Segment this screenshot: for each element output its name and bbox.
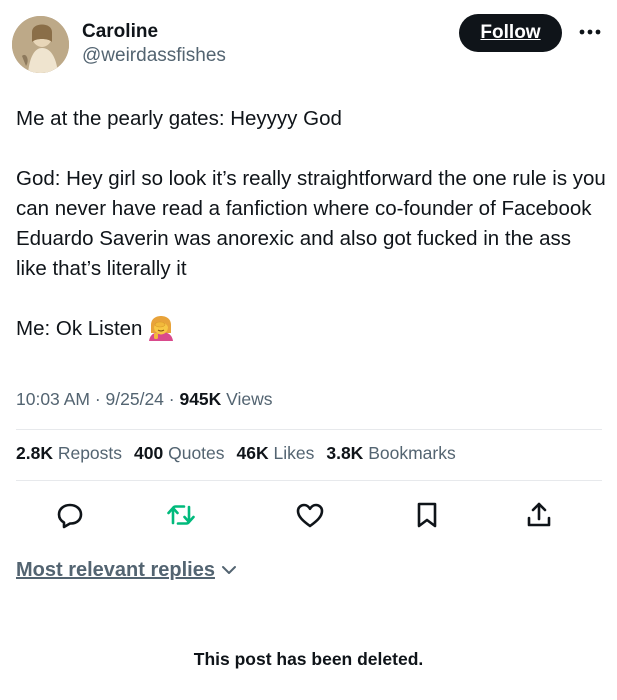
bookmarks-count: 3.8K xyxy=(326,443,364,463)
likes-label: Likes xyxy=(268,443,315,463)
action-bar xyxy=(0,498,617,532)
share-icon xyxy=(527,502,551,527)
replies-sort-dropdown[interactable]: Most relevant replies xyxy=(16,557,237,583)
views-count: 945K xyxy=(179,389,222,409)
follow-button[interactable]: Follow xyxy=(459,14,562,52)
more-dots-icon xyxy=(579,29,601,35)
more-options-button[interactable] xyxy=(576,22,604,42)
reply-button[interactable] xyxy=(53,498,87,532)
deleted-notice: This post has been deleted. xyxy=(193,649,424,669)
chevron-down-icon xyxy=(221,564,237,576)
meta-separator: · xyxy=(163,389,180,409)
bookmarks-label: Bookmarks xyxy=(363,443,456,463)
like-icon xyxy=(296,503,324,528)
bookmark-button[interactable] xyxy=(410,498,444,532)
tweet-time[interactable]: 10:03 AM xyxy=(16,389,90,409)
divider xyxy=(16,480,602,481)
user-info[interactable]: Caroline @weirdassfishes xyxy=(82,20,226,68)
views-label: Views xyxy=(221,389,273,409)
quotes-label: Quotes xyxy=(163,443,225,463)
likes-count: 46K xyxy=(236,443,269,463)
like-button[interactable] xyxy=(293,498,327,532)
quotes-count: 400 xyxy=(134,443,164,463)
reposts-stat[interactable]: 2.8K Reposts xyxy=(16,443,122,463)
tweet-meta: 10:03 AM · 9/25/24 · 945K Views xyxy=(16,387,273,411)
avatar-portrait-icon xyxy=(12,16,69,73)
facepalm-emoji-icon xyxy=(148,315,174,350)
tweet-header: Caroline @weirdassfishes Follow xyxy=(12,14,608,74)
tweet-paragraph-text: Me: Ok Listen xyxy=(16,317,143,340)
bookmarks-stat[interactable]: 3.8K Bookmarks xyxy=(326,443,455,463)
reposts-count: 2.8K xyxy=(16,443,53,463)
share-button[interactable] xyxy=(522,498,556,532)
reposts-label: Reposts xyxy=(52,443,123,463)
quotes-stat[interactable]: 400 Quotes xyxy=(134,443,225,463)
engagement-stats: 2.8K Reposts 400 Quotes 46K Likes 3.8K Book… xyxy=(16,441,468,465)
tweet-paragraph-last: Me: Ok Listen xyxy=(16,314,606,350)
tweet-text: Me at the pearly gates: Heyyyy God God: … xyxy=(16,104,606,350)
display-name[interactable]: Caroline xyxy=(82,20,226,44)
tweet-paragraph: God: Hey girl so look it’s really straig… xyxy=(16,167,612,280)
user-handle[interactable]: @weirdassfishes xyxy=(82,44,226,68)
replies-sort-label: Most relevant replies xyxy=(16,559,215,581)
tweet-paragraph: Me at the pearly gates: Heyyyy God xyxy=(16,107,342,130)
tweet-date[interactable]: 9/25/24 xyxy=(106,389,164,409)
repost-icon xyxy=(167,505,195,525)
divider xyxy=(16,429,602,430)
avatar[interactable] xyxy=(12,16,69,73)
repost-button[interactable] xyxy=(164,498,198,532)
likes-stat[interactable]: 46K Likes xyxy=(237,443,315,463)
reply-icon xyxy=(57,503,83,529)
meta-separator: · xyxy=(89,389,106,409)
bookmark-icon xyxy=(417,502,437,528)
